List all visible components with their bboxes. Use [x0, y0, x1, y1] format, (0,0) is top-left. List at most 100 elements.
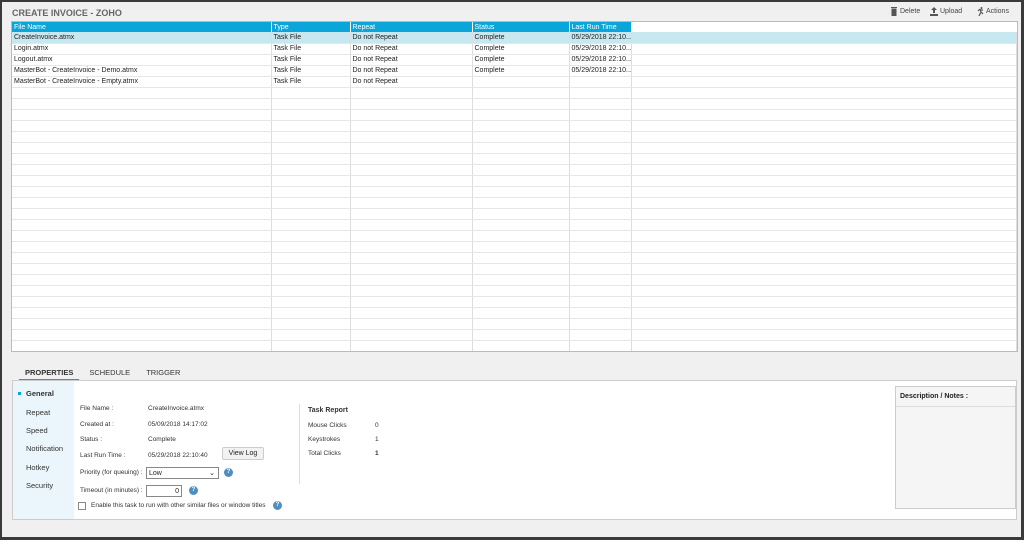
table-row[interactable]: Login.atmx Task File Do not Repeat Complete…: [12, 43, 1017, 55]
created-label: Created at :: [80, 421, 114, 428]
table-row[interactable]: MasterBot - CreateInvoice - Demo.atmx Tas…: [12, 65, 1017, 77]
table-row[interactable]: Logout.atmx Task File Do not Repeat Complet…: [12, 54, 1017, 66]
table-cell: Complete: [472, 32, 570, 44]
table-row[interactable]: MasterBot - CreateInvoice - Empty.atmx Ta…: [12, 76, 1017, 88]
description-notes-box[interactable]: Description / Notes :: [895, 386, 1016, 509]
delete-label: Delete: [900, 8, 921, 15]
table-cell: [472, 208, 570, 220]
table-row[interactable]: CreateInvoice.atmx Task File Do not Repeat…: [12, 32, 1017, 44]
column-header-last-run-time[interactable]: Last Run Time: [569, 22, 632, 32]
nav-repeat[interactable]: Repeat: [26, 408, 50, 417]
table-row[interactable]: [12, 241, 1017, 253]
table-row[interactable]: [12, 208, 1017, 220]
table-row[interactable]: [12, 142, 1017, 154]
table-row[interactable]: [12, 186, 1017, 198]
help-icon[interactable]: ?: [273, 501, 282, 510]
table-row[interactable]: [12, 307, 1017, 319]
help-icon[interactable]: ?: [189, 486, 198, 495]
table-row[interactable]: [12, 285, 1017, 297]
delete-button[interactable]: Delete: [890, 7, 920, 16]
table-cell: [472, 87, 570, 99]
nav-notification[interactable]: Notification: [26, 444, 63, 453]
priority-value: Low: [149, 470, 162, 477]
help-icon[interactable]: ?: [224, 468, 233, 477]
table-cell: [350, 241, 473, 253]
table-cell: [631, 340, 1017, 351]
table-cell: [350, 285, 473, 297]
table-row[interactable]: [12, 98, 1017, 110]
upload-button[interactable]: Upload: [930, 7, 962, 16]
table-row[interactable]: [12, 263, 1017, 275]
table-cell: [472, 131, 570, 143]
actions-button[interactable]: Actions: [976, 7, 1009, 16]
view-log-button[interactable]: View Log: [222, 447, 264, 460]
last-run-value: 05/29/2018 22:10:40: [148, 452, 208, 459]
nav-general[interactable]: General: [26, 389, 54, 398]
table-cell: [631, 142, 1017, 154]
table-row[interactable]: [12, 164, 1017, 176]
column-header-file-name[interactable]: File Name: [12, 22, 272, 32]
table-cell: 05/29/2018 22:10...: [569, 32, 632, 44]
table-row[interactable]: [12, 351, 1017, 352]
table-cell: CreateInvoice.atmx: [12, 32, 272, 44]
table-cell: [271, 153, 351, 165]
file-name-label: File Name :: [80, 405, 114, 412]
status-value: Complete: [148, 436, 176, 443]
table-row[interactable]: [12, 340, 1017, 351]
table-row[interactable]: [12, 153, 1017, 165]
table-cell: [472, 252, 570, 264]
table-cell: [472, 142, 570, 154]
table-cell: [350, 252, 473, 264]
nav-security[interactable]: Security: [26, 481, 53, 490]
created-value: 05/09/2018 14:17:02: [148, 421, 208, 428]
table-cell: [472, 296, 570, 308]
table-cell: [271, 219, 351, 231]
timeout-input[interactable]: 0: [146, 485, 182, 497]
table-cell: 05/29/2018 22:10...: [569, 54, 632, 66]
table-cell: [350, 263, 473, 275]
table-row[interactable]: [12, 87, 1017, 99]
table-cell: [472, 153, 570, 165]
table-cell: [631, 197, 1017, 209]
file-name-value: CreateInvoice.atmx: [148, 405, 204, 412]
table-row[interactable]: [12, 120, 1017, 132]
table-cell: [350, 219, 473, 231]
table-cell: Do not Repeat: [350, 54, 473, 66]
table-row[interactable]: [12, 318, 1017, 330]
table-cell: 05/29/2018 22:10...: [569, 43, 632, 55]
nav-hotkey[interactable]: Hotkey: [26, 463, 49, 472]
column-header-status[interactable]: Status: [472, 22, 570, 32]
table-row[interactable]: [12, 109, 1017, 121]
table-cell: [569, 340, 632, 351]
table-row[interactable]: [12, 274, 1017, 286]
table-cell: [12, 307, 272, 319]
table-row[interactable]: [12, 197, 1017, 209]
table-cell: [350, 329, 473, 341]
table-cell: [472, 351, 569, 352]
enable-similar-checkbox[interactable]: [78, 502, 86, 510]
priority-select[interactable]: Low ⌄: [146, 467, 219, 479]
column-header-type[interactable]: Type: [271, 22, 351, 32]
table-row[interactable]: [12, 230, 1017, 242]
table-cell: [12, 252, 272, 264]
table-cell: Do not Repeat: [350, 32, 473, 44]
table-cell: [12, 263, 272, 275]
table-cell: [569, 241, 632, 253]
table-cell: [271, 208, 351, 220]
table-row[interactable]: [12, 131, 1017, 143]
table-cell: [12, 285, 272, 297]
table-row[interactable]: [12, 175, 1017, 187]
table-row[interactable]: [12, 329, 1017, 341]
column-header-repeat[interactable]: Repeat: [350, 22, 473, 32]
table-cell: [350, 307, 473, 319]
table-cell: [472, 263, 570, 275]
table-cell: [631, 296, 1017, 308]
table-cell: [631, 219, 1017, 231]
table-cell: [569, 274, 632, 286]
table-row[interactable]: [12, 219, 1017, 231]
table-row[interactable]: [12, 296, 1017, 308]
nav-speed[interactable]: Speed: [26, 426, 48, 435]
table-cell: [472, 76, 570, 88]
keystrokes-label: Keystrokes: [308, 436, 341, 443]
table-row[interactable]: [12, 252, 1017, 264]
